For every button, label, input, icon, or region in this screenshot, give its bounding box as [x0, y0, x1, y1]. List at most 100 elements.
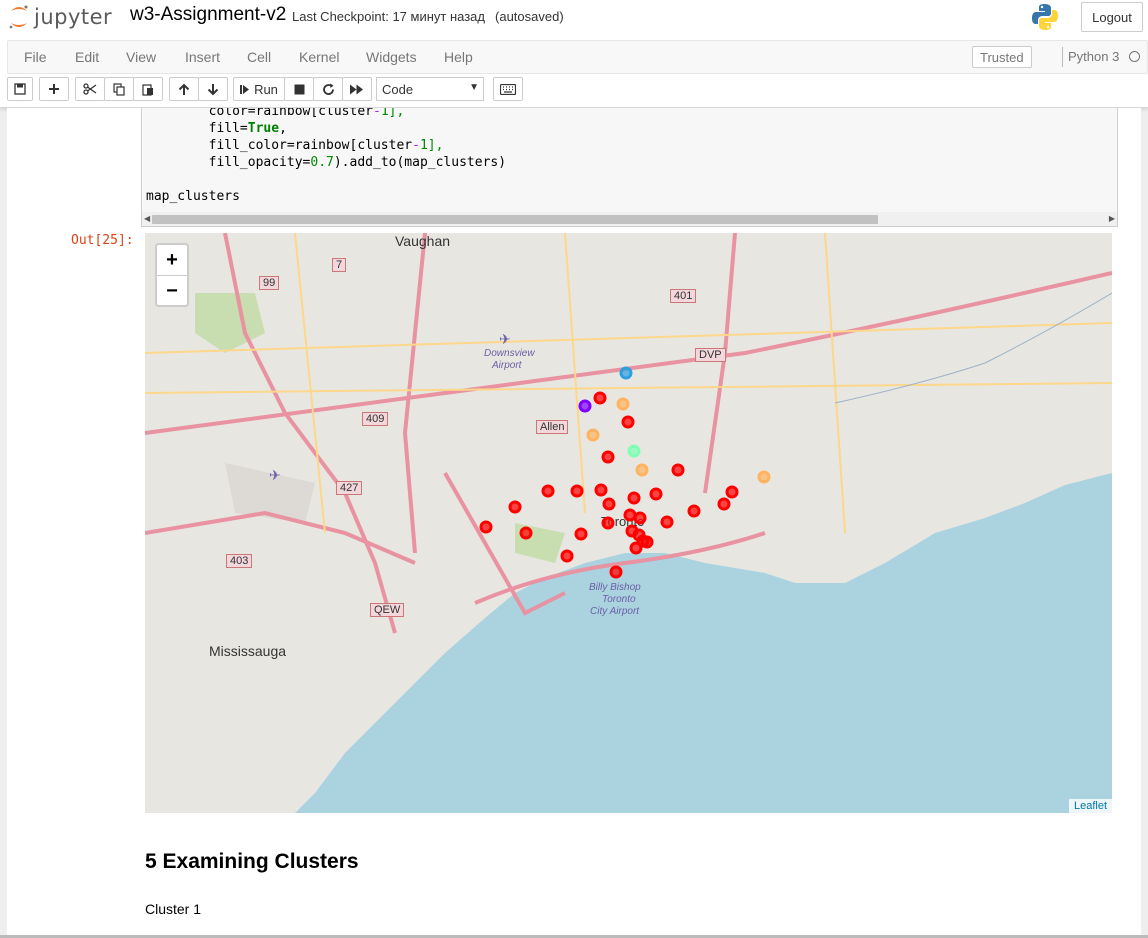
cluster-marker-red[interactable] — [627, 491, 641, 505]
notebook-name[interactable]: w3-Assignment-v2 — [130, 4, 286, 26]
output-prompt: Out[25]: — [71, 233, 134, 248]
code-cell-input[interactable]: color=rainbow[cluster-1], fill=True, fil… — [141, 108, 1118, 227]
horizontal-scrollbar[interactable]: ◀ ▶ — [142, 212, 1117, 226]
logout-button[interactable]: Logout — [1081, 2, 1143, 32]
cluster-marker-red[interactable] — [602, 497, 616, 511]
cluster-marker-orange[interactable] — [586, 428, 600, 442]
arrow-down-icon — [207, 83, 219, 95]
cluster-marker-purple[interactable] — [578, 399, 592, 413]
section-heading: 5 Examining Clusters — [145, 850, 359, 873]
menu-kernel[interactable]: Kernel — [299, 49, 339, 65]
cluster-marker-red[interactable] — [725, 485, 739, 499]
cell-type-value: Code — [382, 82, 414, 97]
code-line: map_clusters — [146, 189, 240, 204]
plus-icon — [49, 84, 59, 94]
kernel-status-icon — [1129, 51, 1140, 62]
interrupt-button[interactable] — [284, 77, 314, 101]
notebook-header: jupyter w3-Assignment-v2 Last Checkpoint… — [0, 0, 1148, 108]
move-up-button[interactable] — [169, 77, 199, 101]
menu-insert[interactable]: Insert — [185, 49, 220, 65]
cluster-marker-red[interactable] — [687, 504, 701, 518]
refresh-icon — [322, 83, 334, 95]
jupyter-logo[interactable]: jupyter — [8, 2, 112, 32]
scroll-left-icon[interactable]: ◀ — [144, 214, 150, 223]
cluster-marker-red[interactable] — [519, 526, 533, 540]
save-button[interactable] — [7, 77, 33, 101]
restart-button[interactable] — [313, 77, 343, 101]
menu-help[interactable]: Help — [444, 49, 473, 65]
menu-widgets[interactable]: Widgets — [366, 49, 417, 65]
insert-cell-button[interactable] — [39, 77, 69, 101]
code-line: fill_opacity=0.7).add_to(map_clusters) — [146, 155, 507, 170]
cluster-marker-red[interactable] — [609, 565, 623, 579]
cluster-marker-red[interactable] — [593, 391, 607, 405]
kernel-separator — [1062, 47, 1063, 67]
cluster-marker-red[interactable] — [508, 500, 522, 514]
cluster-marker-red[interactable] — [479, 520, 493, 534]
kernel-name[interactable]: Python 3 — [1068, 49, 1119, 64]
autosave-status: (autosaved) — [495, 9, 564, 24]
zoom-in-button[interactable]: + — [157, 245, 187, 276]
cluster-marker-red[interactable] — [601, 516, 615, 530]
arrow-up-icon — [178, 83, 190, 95]
keyboard-icon — [500, 83, 516, 95]
caret-down-icon: ▼ — [469, 82, 479, 93]
cluster-marker-red[interactable] — [660, 515, 674, 529]
stop-icon — [294, 84, 304, 94]
cluster-marker-red[interactable] — [570, 484, 584, 498]
code-line: color=rainbow[cluster-1], — [146, 108, 405, 119]
run-button[interactable]: Run — [233, 77, 285, 101]
cluster-marker-red[interactable] — [717, 497, 731, 511]
cluster-marker-red[interactable] — [601, 450, 615, 464]
code-line: fill=True, — [146, 121, 287, 136]
paste-button[interactable] — [133, 77, 163, 101]
cluster-marker-red[interactable] — [623, 508, 637, 522]
cluster-marker-red[interactable] — [671, 463, 685, 477]
leaflet-attribution[interactable]: Leaflet — [1068, 799, 1112, 813]
step-forward-icon — [240, 84, 250, 94]
checkpoint-text: Last Checkpoint: 17 минут назад — [292, 9, 486, 24]
save-icon — [14, 83, 26, 95]
cluster-marker-red[interactable] — [633, 511, 647, 525]
cluster-marker-red[interactable] — [640, 535, 654, 549]
run-label: Run — [254, 81, 278, 97]
cluster-label: Cluster 1 — [145, 901, 202, 917]
cluster-marker-red[interactable] — [574, 527, 588, 541]
menu-view[interactable]: View — [126, 49, 156, 65]
cluster-marker-teal[interactable] — [627, 444, 641, 458]
scissors-icon — [83, 83, 97, 95]
python-logo-icon — [1030, 2, 1060, 35]
menu-cell[interactable]: Cell — [247, 49, 271, 65]
leaflet-map[interactable]: Vaughan Mississauga Toronto Downsview Ai… — [145, 233, 1112, 813]
cluster-marker-red[interactable] — [560, 549, 574, 563]
restart-run-all-button[interactable] — [342, 77, 372, 101]
command-palette-button[interactable] — [493, 77, 523, 101]
cut-button[interactable] — [75, 77, 105, 101]
scroll-right-icon[interactable]: ▶ — [1109, 214, 1115, 223]
cluster-marker-red[interactable] — [649, 487, 663, 501]
cluster-markers — [479, 366, 771, 579]
cluster-marker-red[interactable] — [541, 484, 555, 498]
scrollbar-thumb[interactable] — [152, 215, 878, 224]
cluster-marker-red[interactable] — [629, 541, 643, 555]
zoom-control: + − — [155, 243, 189, 307]
menu-edit[interactable]: Edit — [75, 49, 99, 65]
cluster-marker-orange[interactable] — [757, 470, 771, 484]
jupyter-logo-text: jupyter — [34, 5, 113, 29]
code-line: fill_color=rainbow[cluster-1], — [146, 138, 444, 153]
notebook-container: color=rainbow[cluster-1], fill=True, fil… — [7, 108, 1141, 938]
zoom-out-button[interactable]: − — [157, 276, 187, 306]
move-down-button[interactable] — [198, 77, 228, 101]
copy-icon — [113, 82, 125, 96]
cluster-marker-orange[interactable] — [616, 397, 630, 411]
cluster-marker-red[interactable] — [621, 415, 635, 429]
trusted-indicator[interactable]: Trusted — [972, 46, 1032, 68]
cell-type-select[interactable]: Code ▼ — [376, 77, 484, 101]
cluster-marker-blue[interactable] — [619, 366, 633, 380]
cluster-marker-orange[interactable] — [635, 463, 649, 477]
copy-button[interactable] — [104, 77, 134, 101]
jupyter-logo-icon — [9, 5, 28, 29]
cluster-marker-red[interactable] — [594, 483, 608, 497]
checkpoint-status: Last Checkpoint: 17 минут назад (autosave… — [292, 9, 564, 24]
menu-file[interactable]: File — [24, 49, 47, 65]
